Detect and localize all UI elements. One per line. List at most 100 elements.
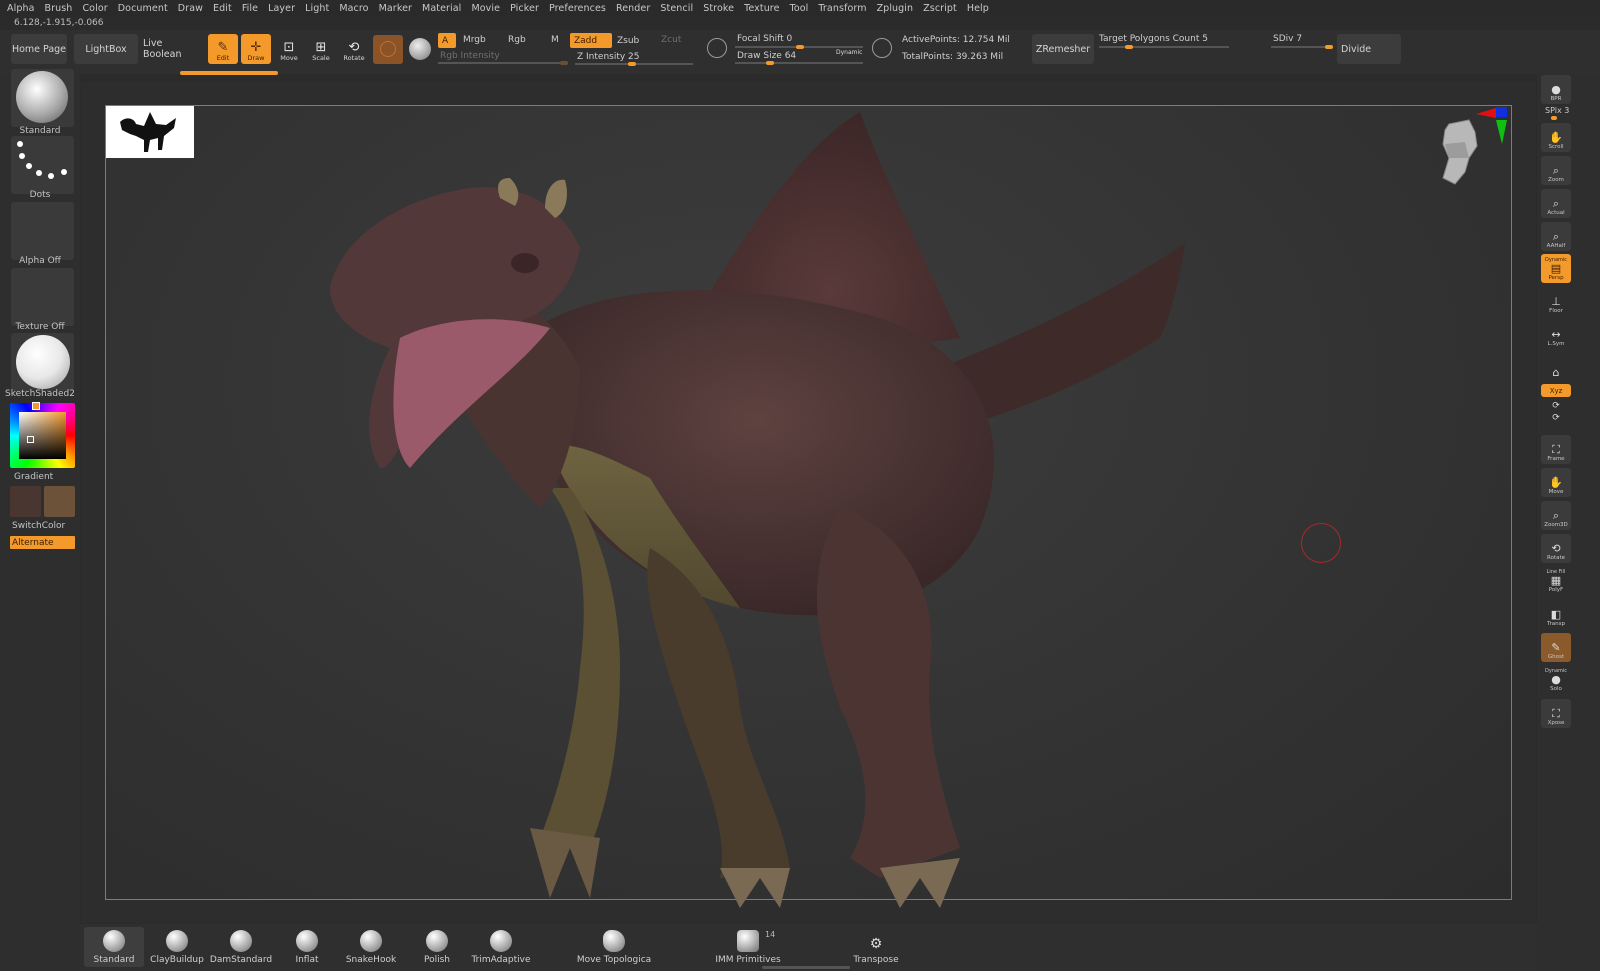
- switch-color-label[interactable]: SwitchColor: [0, 521, 80, 531]
- texture-sphere-icon[interactable]: [409, 38, 431, 60]
- rgb-intensity-slider[interactable]: [438, 62, 568, 64]
- xyz-button[interactable]: Xyz: [1541, 384, 1571, 397]
- m-toggle[interactable]: M: [551, 35, 559, 45]
- aahalf-button[interactable]: ⌕ AAHalf: [1541, 222, 1571, 251]
- brush-standard[interactable]: Standard: [84, 927, 144, 967]
- material-slot[interactable]: [11, 333, 74, 391]
- navigator-thumbnail[interactable]: [106, 106, 194, 158]
- axis-gizmo-icon[interactable]: [1474, 104, 1514, 148]
- zoom3d-button[interactable]: ⌕ Zoom3D: [1541, 501, 1571, 530]
- brush-inflat[interactable]: Inflat: [276, 927, 338, 967]
- menu-macro[interactable]: Macro: [339, 3, 368, 14]
- zoom-button[interactable]: ⌕ Zoom: [1541, 156, 1571, 185]
- rgb-intensity-handle[interactable]: [560, 61, 568, 65]
- stroke-slot[interactable]: [11, 136, 74, 194]
- menu-document[interactable]: Document: [118, 3, 168, 14]
- sv-marker[interactable]: [27, 436, 34, 443]
- home-page-button[interactable]: Home Page: [11, 34, 67, 64]
- transp-button[interactable]: ◧ Transp: [1541, 600, 1571, 629]
- actual-button[interactable]: ⌕ Actual: [1541, 189, 1571, 218]
- zadd-toggle[interactable]: Zadd: [570, 33, 612, 48]
- rgb-toggle[interactable]: Rgb: [508, 35, 526, 45]
- brush-polish[interactable]: Polish: [406, 927, 468, 967]
- xpose-button[interactable]: ⛶ Xpose: [1541, 699, 1571, 728]
- target-polygons-slider[interactable]: [1099, 46, 1229, 48]
- menu-draw[interactable]: Draw: [178, 3, 203, 14]
- lazy-mouse-icon[interactable]: [707, 38, 727, 58]
- transpose-button[interactable]: ⚙ Transpose: [846, 927, 906, 967]
- alpha-slot[interactable]: [11, 202, 74, 260]
- edit-button[interactable]: ✎ Edit: [208, 34, 238, 64]
- menu-alpha[interactable]: Alpha: [7, 3, 35, 14]
- menu-render[interactable]: Render: [616, 3, 650, 14]
- scroll-button[interactable]: ✋ Scroll: [1541, 123, 1571, 152]
- live-boolean-button[interactable]: Live Boolean: [143, 34, 199, 64]
- dinosaur-model[interactable]: [320, 108, 1220, 908]
- menu-color[interactable]: Color: [82, 3, 107, 14]
- solo-button[interactable]: Dynamic ● Solo: [1541, 665, 1571, 694]
- focal-shift-handle[interactable]: [796, 45, 804, 49]
- menu-light[interactable]: Light: [305, 3, 329, 14]
- bpr-button[interactable]: ● BPR: [1541, 75, 1571, 104]
- brush-trimadaptive[interactable]: TrimAdaptive: [470, 927, 532, 967]
- divide-button[interactable]: Divide: [1337, 34, 1401, 64]
- move-view-button[interactable]: ✋ Move: [1541, 468, 1571, 497]
- scale-button[interactable]: ⊞ Scale: [306, 34, 336, 64]
- menu-movie[interactable]: Movie: [471, 3, 500, 14]
- draw-mode-icon[interactable]: [872, 38, 892, 58]
- dynamic-toggle[interactable]: Dynamic: [836, 49, 862, 56]
- lock-button[interactable]: ⌂: [1541, 352, 1571, 381]
- move-button[interactable]: ⊡ Move: [274, 34, 304, 64]
- brush-damstandard[interactable]: DamStandard: [210, 927, 272, 967]
- ghost-button[interactable]: ✎ Ghost: [1541, 633, 1571, 662]
- menu-stencil[interactable]: Stencil: [660, 3, 693, 14]
- zcut-toggle[interactable]: Zcut: [661, 35, 681, 45]
- shelf-resize-handle[interactable]: [762, 966, 850, 969]
- menu-file[interactable]: File: [242, 3, 258, 14]
- hue-marker[interactable]: [32, 402, 40, 410]
- sdiv-slider[interactable]: [1271, 46, 1333, 48]
- brush-claybuildup[interactable]: ClayBuildup: [146, 927, 208, 967]
- menu-layer[interactable]: Layer: [268, 3, 295, 14]
- brush-slot[interactable]: [11, 69, 74, 127]
- a-toggle[interactable]: A: [438, 33, 456, 48]
- menu-tool[interactable]: Tool: [790, 3, 809, 14]
- texture-slot[interactable]: [11, 268, 74, 326]
- main-color-swatch[interactable]: [10, 486, 41, 517]
- draw-size-slider[interactable]: [735, 62, 863, 64]
- persp-button[interactable]: Dynamic ▤ Persp: [1541, 254, 1571, 283]
- z-intensity-handle[interactable]: [628, 62, 636, 66]
- menu-marker[interactable]: Marker: [379, 3, 412, 14]
- menu-material[interactable]: Material: [422, 3, 461, 14]
- rotate-axis-buttons[interactable]: ⟳ ⟳: [1541, 398, 1571, 426]
- color-picker[interactable]: [10, 402, 75, 468]
- menu-transform[interactable]: Transform: [818, 3, 866, 14]
- draw-button[interactable]: ✛ Draw: [241, 34, 271, 64]
- alternate-button[interactable]: Alternate: [10, 536, 75, 549]
- menu-texture[interactable]: Texture: [744, 3, 779, 14]
- sdiv-handle[interactable]: [1325, 45, 1333, 49]
- menu-zplugin[interactable]: Zplugin: [877, 3, 914, 14]
- menu-preferences[interactable]: Preferences: [549, 3, 606, 14]
- menu-brush[interactable]: Brush: [45, 3, 73, 14]
- zsub-toggle[interactable]: Zsub: [617, 36, 639, 46]
- floor-button[interactable]: ⊥ Floor: [1541, 287, 1571, 316]
- rotate-view-button[interactable]: ⟲ Rotate: [1541, 534, 1571, 563]
- lsym-button[interactable]: ↔ L.Sym: [1541, 320, 1571, 349]
- menu-zscript[interactable]: Zscript: [923, 3, 957, 14]
- zremesher-button[interactable]: ZRemesher: [1032, 34, 1094, 64]
- target-polygons-handle[interactable]: [1125, 45, 1133, 49]
- polyf-button[interactable]: Line Fill ▦ PolyF: [1541, 566, 1571, 595]
- menu-stroke[interactable]: Stroke: [703, 3, 734, 14]
- menu-picker[interactable]: Picker: [510, 3, 539, 14]
- lightbox-button[interactable]: LightBox: [74, 34, 138, 64]
- gradient-label[interactable]: Gradient: [0, 472, 80, 482]
- frame-button[interactable]: ⛶ Frame: [1541, 435, 1571, 464]
- secondary-color-swatch[interactable]: [44, 486, 75, 517]
- menu-help[interactable]: Help: [967, 3, 989, 14]
- menu-edit[interactable]: Edit: [213, 3, 232, 14]
- material-swatch-button[interactable]: [373, 35, 403, 64]
- mrgb-toggle[interactable]: Mrgb: [463, 35, 486, 45]
- spix-handle[interactable]: [1551, 116, 1557, 120]
- move-topological-brush[interactable]: Move Topologica: [577, 927, 651, 967]
